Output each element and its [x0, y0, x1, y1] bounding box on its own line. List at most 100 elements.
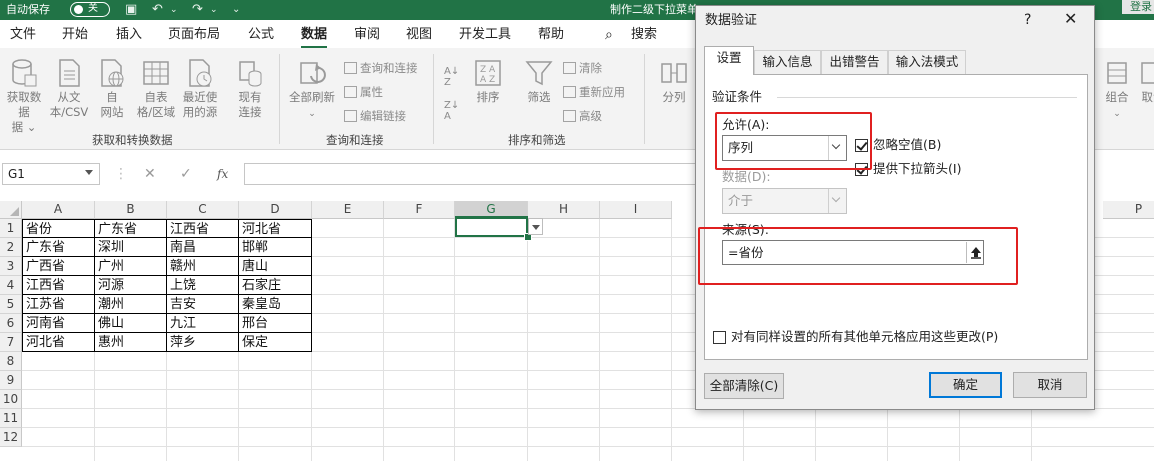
close-icon[interactable]: ✕ — [1064, 11, 1077, 27]
ungroup-button[interactable]: 取消 — [1138, 58, 1154, 105]
save-icon[interactable]: ▣ — [125, 1, 137, 19]
row-header-5[interactable]: 5 — [0, 295, 22, 314]
filter-button[interactable]: 筛选 — [522, 58, 556, 105]
tab-view[interactable]: 视图 — [406, 26, 432, 44]
column-header-e[interactable]: E — [312, 201, 384, 219]
clear-filter-button[interactable]: 清除 — [563, 61, 602, 75]
redo-icon[interactable]: ↷ — [192, 1, 203, 19]
table-cell[interactable]: 萍乡 — [167, 333, 239, 352]
tab-insert[interactable]: 插入 — [116, 26, 142, 44]
search-icon[interactable]: ⌕ — [605, 26, 613, 44]
table-cell[interactable]: 吉安 — [167, 295, 239, 314]
table-cell[interactable]: 佛山 — [95, 314, 167, 333]
sort-ascending-icon[interactable]: A↓ Z — [444, 66, 459, 88]
tab-file[interactable]: 文件 — [10, 26, 36, 44]
table-cell[interactable]: 广州 — [95, 257, 167, 276]
tab-input-message[interactable]: 输入信息 — [754, 50, 821, 74]
apply-all-checkbox[interactable] — [713, 331, 726, 344]
name-box-dropdown-icon[interactable] — [85, 170, 93, 175]
table-cell[interactable]: 江西省 — [22, 276, 95, 295]
insert-function-icon[interactable]: fx — [217, 166, 228, 182]
tab-data[interactable]: 数据 — [301, 26, 328, 49]
undo-dropdown-icon[interactable]: ⌄ — [170, 1, 178, 19]
table-cell[interactable]: 河源 — [95, 276, 167, 295]
properties-button[interactable]: 属性 — [344, 85, 383, 99]
table-cell[interactable]: 惠州 — [95, 333, 167, 352]
from-table-button[interactable]: 自表 格/区域 — [134, 58, 178, 120]
refresh-all-button[interactable]: 全部刷新 ⌄ — [288, 58, 336, 122]
queries-connections-button[interactable]: 查询和连接 — [344, 61, 418, 75]
tab-settings[interactable]: 设置 — [704, 46, 754, 75]
table-cell[interactable]: 省份 — [22, 219, 95, 238]
table-cell[interactable]: 江苏省 — [22, 295, 95, 314]
existing-connections-button[interactable]: 现有 连接 — [232, 58, 268, 120]
get-data-button[interactable]: 获取数据 据 ⌄ — [4, 58, 44, 135]
tab-help[interactable]: 帮助 — [538, 26, 564, 44]
group-button[interactable]: 组合 ⌄ — [1100, 58, 1134, 122]
column-header-h[interactable]: H — [528, 201, 600, 219]
row-header-11[interactable]: 11 — [0, 409, 22, 428]
column-header-f[interactable]: F — [384, 201, 455, 219]
table-cell[interactable]: 河北省 — [22, 333, 95, 352]
reapply-button[interactable]: 重新应用 — [563, 85, 625, 99]
help-icon[interactable]: ? — [1024, 12, 1031, 28]
tab-review[interactable]: 审阅 — [354, 26, 380, 44]
sort-descending-icon[interactable]: Z↓ A — [444, 100, 459, 122]
column-header-a[interactable]: A — [22, 201, 95, 219]
recent-sources-button[interactable]: 最近使 用的源 — [180, 58, 220, 120]
undo-icon[interactable]: ↶ — [152, 1, 163, 19]
row-header-3[interactable]: 3 — [0, 257, 22, 276]
row-header-10[interactable]: 10 — [0, 390, 22, 409]
tab-home[interactable]: 开始 — [62, 26, 88, 44]
table-cell[interactable]: 潮州 — [95, 295, 167, 314]
advanced-filter-button[interactable]: 高级 — [563, 109, 602, 123]
row-header-2[interactable]: 2 — [0, 238, 22, 257]
table-cell[interactable]: 上饶 — [167, 276, 239, 295]
table-cell[interactable]: 秦皇岛 — [239, 295, 312, 314]
table-cell[interactable]: 深圳 — [95, 238, 167, 257]
table-cell[interactable]: 广西省 — [22, 257, 95, 276]
row-header-1[interactable]: 1 — [0, 219, 22, 238]
table-cell[interactable]: 邢台 — [239, 314, 312, 333]
tab-error-alert[interactable]: 出错警告 — [821, 50, 888, 74]
column-header-d[interactable]: D — [239, 201, 312, 219]
column-header-b[interactable]: B — [95, 201, 167, 219]
table-cell[interactable]: 唐山 — [239, 257, 312, 276]
table-cell[interactable]: 邯郸 — [239, 238, 312, 257]
from-csv-button[interactable]: 从文 本/CSV — [48, 58, 90, 120]
edit-links-button[interactable]: 编辑链接 — [344, 109, 406, 123]
formula-input[interactable] — [244, 163, 714, 185]
table-cell[interactable]: 河南省 — [22, 314, 95, 333]
table-cell[interactable]: 保定 — [239, 333, 312, 352]
row-header-4[interactable]: 4 — [0, 276, 22, 295]
table-cell[interactable]: 河北省 — [239, 219, 312, 238]
tab-developer[interactable]: 开发工具 — [459, 26, 511, 44]
table-cell[interactable]: 九江 — [167, 314, 239, 333]
cancel-icon[interactable]: ✕ — [144, 166, 156, 182]
redo-dropdown-icon[interactable]: ⌄ — [210, 1, 218, 19]
table-cell[interactable]: 南昌 — [167, 238, 239, 257]
enter-icon[interactable]: ✓ — [180, 166, 192, 182]
cancel-button[interactable]: 取消 — [1013, 372, 1087, 398]
sort-button[interactable]: ZAAZ 排序 — [472, 58, 504, 105]
select-all-corner[interactable] — [0, 201, 22, 219]
column-header-i[interactable]: I — [600, 201, 672, 219]
table-cell[interactable]: 广东省 — [22, 238, 95, 257]
table-cell[interactable]: 江西省 — [167, 219, 239, 238]
row-header-12[interactable]: 12 — [0, 428, 22, 447]
autosave-toggle[interactable]: 关 — [70, 2, 110, 17]
tab-formulas[interactable]: 公式 — [248, 26, 274, 44]
column-header-p[interactable]: P — [1103, 201, 1154, 219]
column-header-c[interactable]: C — [167, 201, 239, 219]
cell-dropdown-arrow[interactable] — [528, 218, 543, 235]
row-header-9[interactable]: 9 — [0, 371, 22, 390]
row-header-6[interactable]: 6 — [0, 314, 22, 333]
from-web-button[interactable]: 自 网站 — [94, 58, 130, 120]
login-button[interactable]: 登录 — [1122, 0, 1154, 14]
tab-ime-mode[interactable]: 输入法模式 — [888, 50, 966, 74]
selected-cell-g1[interactable] — [455, 216, 528, 237]
customize-qat-icon[interactable]: ⌄ — [232, 1, 240, 19]
row-header-8[interactable]: 8 — [0, 352, 22, 371]
table-cell[interactable]: 广东省 — [95, 219, 167, 238]
data-select[interactable]: 介于 — [722, 188, 847, 214]
